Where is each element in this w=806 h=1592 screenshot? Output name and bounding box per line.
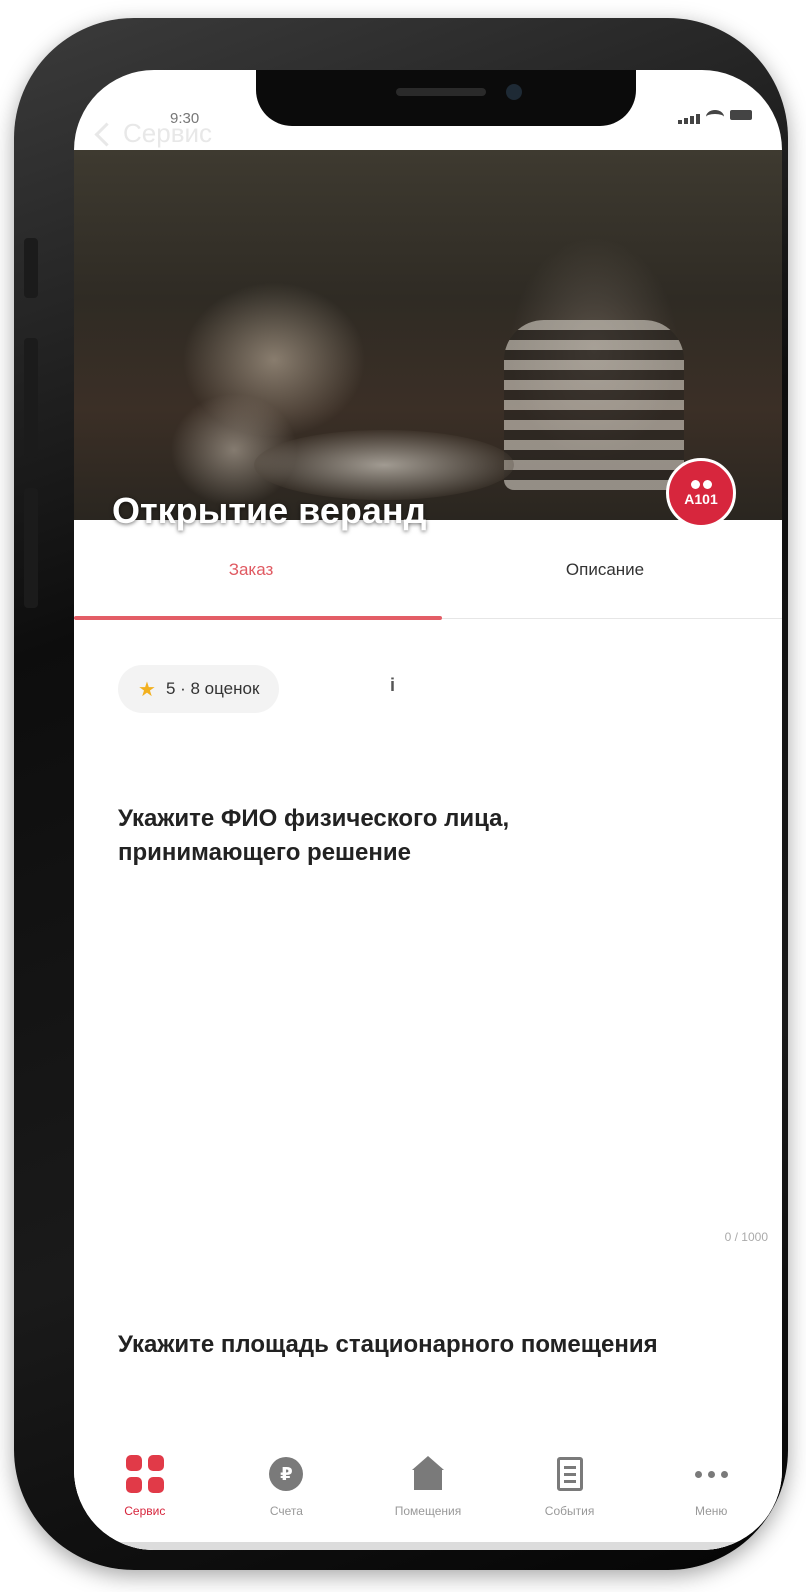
more-icon xyxy=(691,1454,731,1494)
chevron-left-icon xyxy=(94,122,119,147)
page-title: Открытие веранд xyxy=(112,490,427,531)
nav-item-premises[interactable]: Помещения xyxy=(363,1454,493,1518)
nav-label: Меню xyxy=(694,1504,728,1518)
nav-label: Помещения xyxy=(394,1504,462,1518)
signal-icon xyxy=(678,110,700,124)
rating-chip[interactable]: ★ 5 · 8 оценок xyxy=(118,665,280,713)
nav-item-accounts[interactable]: ₽ Счета xyxy=(221,1454,351,1518)
nav-item-menu[interactable]: Меню xyxy=(646,1454,776,1518)
tab-order[interactable]: Заказ xyxy=(74,520,428,620)
info-icon[interactable]: i xyxy=(390,675,395,696)
brand-logo: A101 xyxy=(666,458,736,528)
rating-text: 5 · 8 оценок xyxy=(165,679,260,698)
battery-icon xyxy=(730,110,752,120)
house-icon xyxy=(408,1454,448,1494)
brand-logo-dots xyxy=(690,479,712,489)
nav-item-service[interactable]: Сервис xyxy=(80,1454,210,1518)
volume-down-button xyxy=(24,488,38,608)
phone-frame: 9:30 Сервис Открытие веранд A101 Заказ О… xyxy=(14,18,788,1570)
tab-description[interactable]: Описание xyxy=(428,520,782,620)
status-time: 9:30 xyxy=(170,110,200,127)
wifi-icon xyxy=(706,110,724,124)
character-counter: 0 / 1000 xyxy=(724,1230,768,1244)
home-indicator xyxy=(74,1542,782,1550)
front-camera xyxy=(506,84,522,100)
nav-item-events[interactable]: События xyxy=(505,1454,635,1518)
coin-icon: ₽ xyxy=(266,1454,306,1494)
question-area: Укажите площадь стационарного помещения xyxy=(118,1331,658,1358)
star-icon: ★ xyxy=(138,678,156,701)
hero-image xyxy=(74,150,782,520)
nav-label: События xyxy=(544,1504,595,1518)
volume-up-button xyxy=(24,338,38,458)
content-sheet: Заказ Описание ★ 5 · 8 оценок i Укажите … xyxy=(74,520,782,1550)
speaker xyxy=(396,88,486,96)
phone-screen: 9:30 Сервис Открытие веранд A101 Заказ О… xyxy=(74,70,782,1550)
brand-logo-text: A101 xyxy=(684,490,718,507)
document-icon xyxy=(550,1454,590,1494)
tab-bar-top: Заказ Описание xyxy=(74,520,782,620)
question-fio: Укажите ФИО физического лица, принимающе… xyxy=(118,805,510,866)
grid-icon xyxy=(125,1454,165,1494)
status-icons xyxy=(678,110,752,124)
silent-switch xyxy=(24,238,38,298)
bottom-navigation: Сервис ₽ Счета Помещения События Меню xyxy=(74,1450,782,1550)
nav-label: Сервис xyxy=(124,1504,166,1518)
notch xyxy=(256,70,636,126)
tab-divider xyxy=(442,618,782,619)
hero-photo-detail xyxy=(504,320,684,490)
nav-label: Счета xyxy=(269,1504,303,1518)
active-tab-indicator xyxy=(74,616,442,620)
